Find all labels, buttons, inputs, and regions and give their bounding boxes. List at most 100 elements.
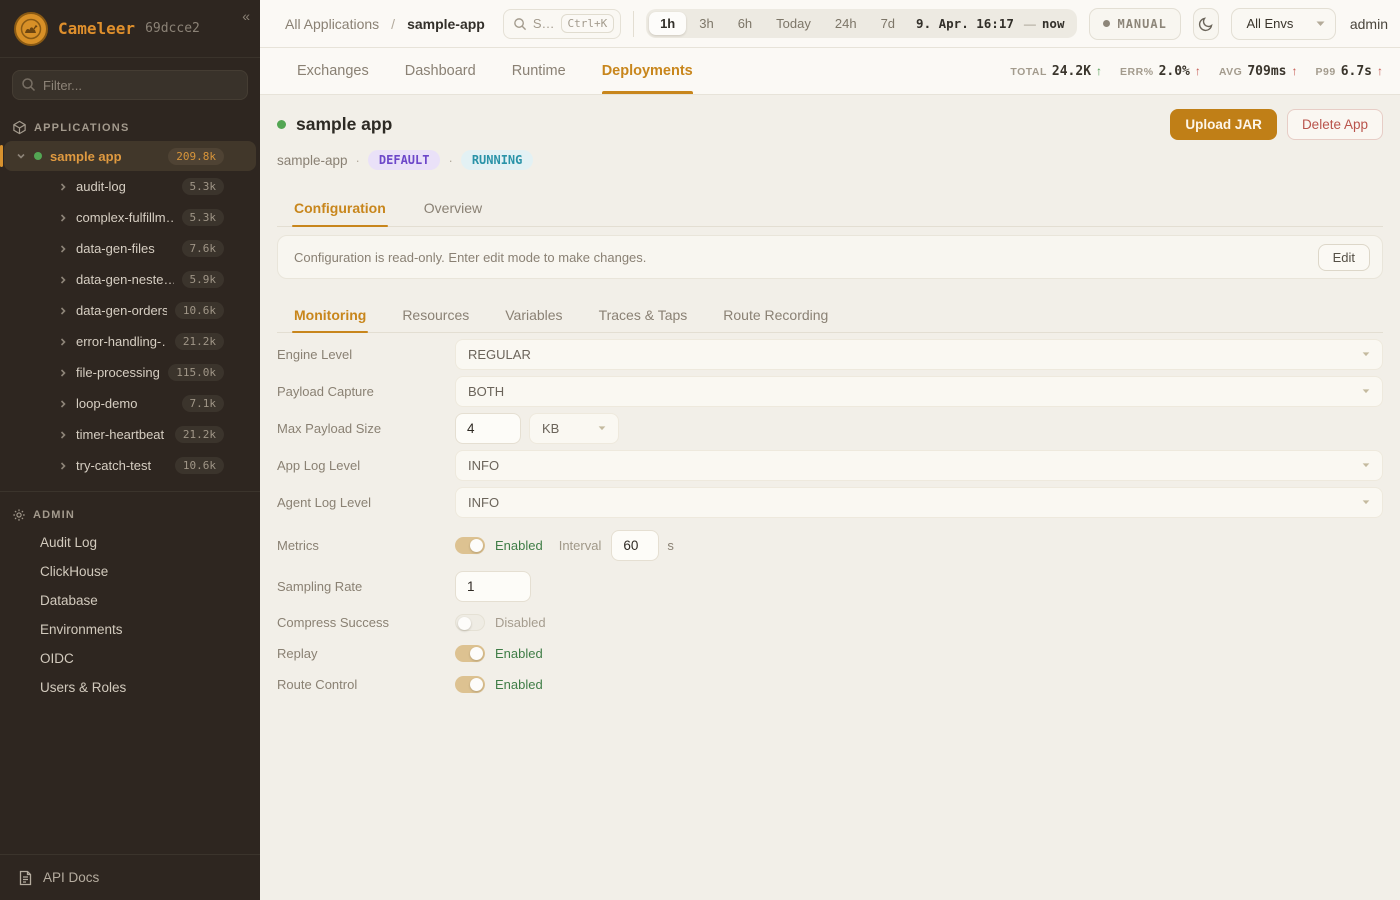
sampling-rate-input[interactable] xyxy=(455,571,531,602)
sidebar: « Cameleer 69dcce2 APPLICATIONS sample a… xyxy=(0,0,260,900)
agent-log-level-row: Agent Log Level INFO xyxy=(277,487,1383,518)
brand-name: Cameleer xyxy=(58,19,135,38)
topbar: All Applications / sample-app S… Ctrl+K … xyxy=(260,0,1400,48)
monitoring-form: Engine Level REGULAR Payload Capture BOT… xyxy=(277,339,1383,695)
chevron-down-icon[interactable] xyxy=(16,151,26,161)
readonly-banner: Configuration is read-only. Enter edit m… xyxy=(277,235,1383,279)
sidebar-item-data-gen-neste[interactable]: data-gen-neste… 5.9k xyxy=(0,264,260,295)
time-to[interactable]: now xyxy=(1038,16,1075,31)
search-icon xyxy=(513,17,527,31)
sidebar-item-file-processing[interactable]: file-processing 115.0k xyxy=(0,357,260,388)
sidebar-item-timer-heartbeat[interactable]: timer-heartbeat 21.2k xyxy=(0,419,260,450)
tab-monitoring[interactable]: Monitoring xyxy=(292,301,368,332)
sidebar-collapse-icon[interactable]: « xyxy=(242,8,250,24)
interval-label: Interval xyxy=(559,538,602,553)
route-control-row: Route Control Enabled xyxy=(277,673,1383,695)
agent-log-level-select[interactable]: INFO xyxy=(455,487,1383,518)
replay-row: Replay Enabled xyxy=(277,642,1383,664)
tab-traces-taps[interactable]: Traces & Taps xyxy=(597,301,690,332)
admin-section-header: ADMIN xyxy=(12,508,248,522)
time-range-control: 1h 3h 6h Today 24h 7d 9. Apr. 16:17 — no… xyxy=(646,9,1077,38)
theme-toggle-button[interactable] xyxy=(1193,8,1220,40)
breadcrumb-root[interactable]: All Applications xyxy=(285,16,379,32)
filter-input[interactable] xyxy=(12,70,248,100)
sidebar-item-audit-log-admin[interactable]: Audit Log xyxy=(0,528,260,557)
tab-configuration[interactable]: Configuration xyxy=(292,192,388,226)
chevron-right-icon xyxy=(58,275,68,285)
main-tabs: Exchanges Dashboard Runtime Deployments xyxy=(297,48,693,94)
app-log-level-select[interactable]: INFO xyxy=(455,450,1383,481)
sidebar-item-database[interactable]: Database xyxy=(0,586,260,615)
count-badge: 21.2k xyxy=(175,333,224,350)
sampling-rate-row: Sampling Rate xyxy=(277,571,1383,602)
payload-capture-select[interactable]: BOTH xyxy=(455,376,1383,407)
upload-jar-button[interactable]: Upload JAR xyxy=(1170,109,1277,140)
tab-overview[interactable]: Overview xyxy=(422,192,484,226)
tab-route-recording[interactable]: Route Recording xyxy=(721,301,830,332)
env-select[interactable]: All Envs xyxy=(1231,8,1335,40)
time-range-6h[interactable]: 6h xyxy=(727,12,763,35)
sidebar-item-loop-demo[interactable]: loop-demo 7.1k xyxy=(0,388,260,419)
route-control-state: Enabled xyxy=(495,677,543,692)
max-payload-size-unit-select[interactable]: KB xyxy=(529,413,619,444)
replay-state: Enabled xyxy=(495,646,543,661)
sidebar-item-sample-app[interactable]: sample app 209.8k xyxy=(4,141,256,171)
tab-exchanges[interactable]: Exchanges xyxy=(297,48,369,94)
chevron-right-icon xyxy=(58,182,68,192)
metrics-toggle[interactable] xyxy=(455,537,485,554)
chevron-right-icon xyxy=(58,213,68,223)
engine-level-select[interactable]: REGULAR xyxy=(455,339,1383,370)
sidebar-item-users-roles[interactable]: Users & Roles xyxy=(0,673,260,702)
caret-down-icon xyxy=(1316,21,1325,27)
compress-success-state: Disabled xyxy=(495,615,546,630)
api-docs-link[interactable]: API Docs xyxy=(0,854,260,900)
tab-deployments[interactable]: Deployments xyxy=(602,48,693,94)
content: sample app Upload JAR Delete App sample-… xyxy=(260,95,1400,900)
chevron-right-icon xyxy=(58,306,68,316)
tab-resources[interactable]: Resources xyxy=(400,301,471,332)
status-dot xyxy=(34,152,42,160)
sidebar-divider xyxy=(0,491,260,492)
metrics-interval-input[interactable] xyxy=(611,530,659,561)
arrow-up-icon: ↑ xyxy=(1096,64,1102,78)
time-from[interactable]: 9. Apr. 16:17 xyxy=(908,16,1022,31)
moon-icon xyxy=(1198,16,1214,32)
sidebar-item-data-gen-orders[interactable]: data-gen-orders 10.6k xyxy=(0,295,260,326)
caret-down-icon xyxy=(1362,463,1370,468)
tab-dashboard[interactable]: Dashboard xyxy=(405,48,476,94)
sidebar-item-audit-log[interactable]: audit-log 5.3k xyxy=(0,171,260,202)
time-range-24h[interactable]: 24h xyxy=(824,12,868,35)
tab-runtime[interactable]: Runtime xyxy=(512,48,566,94)
sidebar-item-oidc[interactable]: OIDC xyxy=(0,644,260,673)
payload-capture-row: Payload Capture BOTH xyxy=(277,376,1383,407)
caret-down-icon xyxy=(598,426,606,431)
delete-app-button[interactable]: Delete App xyxy=(1287,109,1383,140)
route-control-toggle[interactable] xyxy=(455,676,485,693)
time-range-today[interactable]: Today xyxy=(765,12,822,35)
edit-button[interactable]: Edit xyxy=(1318,244,1370,271)
sidebar-item-complex-fulfillm[interactable]: complex-fulfillm… 5.3k xyxy=(0,202,260,233)
time-range-1h[interactable]: 1h xyxy=(649,12,686,35)
sidebar-item-clickhouse[interactable]: ClickHouse xyxy=(0,557,260,586)
user-menu[interactable]: admin xyxy=(1350,16,1388,32)
stat-p99: P99 6.7s ↑ xyxy=(1316,64,1384,79)
max-payload-size-input[interactable] xyxy=(455,413,521,444)
gear-icon xyxy=(12,508,26,522)
caret-down-icon xyxy=(1362,389,1370,394)
sidebar-item-error-handling[interactable]: error-handling-… 21.2k xyxy=(0,326,260,357)
compress-success-toggle[interactable] xyxy=(455,614,485,631)
global-search[interactable]: S… Ctrl+K xyxy=(503,9,621,39)
time-range-7d[interactable]: 7d xyxy=(870,12,906,35)
replay-toggle[interactable] xyxy=(455,645,485,662)
time-separator: — xyxy=(1024,17,1036,31)
chevron-right-icon xyxy=(58,430,68,440)
time-range-3h[interactable]: 3h xyxy=(688,12,724,35)
refresh-mode-button[interactable]: MANUAL xyxy=(1089,8,1180,40)
sidebar-item-try-catch-test[interactable]: try-catch-test 10.6k xyxy=(0,450,260,481)
engine-level-row: Engine Level REGULAR xyxy=(277,339,1383,370)
metrics-row: Metrics Enabled Interval s xyxy=(277,530,1383,561)
sidebar-item-environments[interactable]: Environments xyxy=(0,615,260,644)
applications-section-header: APPLICATIONS xyxy=(12,120,248,135)
sidebar-item-data-gen-files[interactable]: data-gen-files 7.6k xyxy=(0,233,260,264)
tab-variables[interactable]: Variables xyxy=(503,301,564,332)
